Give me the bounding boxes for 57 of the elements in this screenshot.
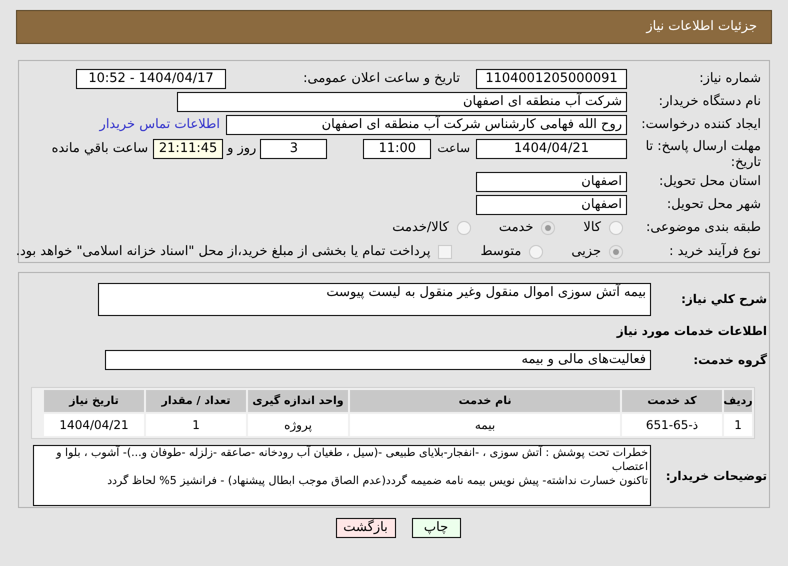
field-label: مهلت ارسال پاسخ: تا تاریخ: bbox=[644, 139, 762, 171]
radio-label: کالا bbox=[583, 219, 601, 238]
column-header: ردیف bbox=[724, 390, 752, 412]
text-field[interactable]: اصفهان bbox=[476, 194, 627, 214]
radio-label: متوسط bbox=[480, 243, 522, 262]
text-field[interactable]: 1104001205000091 bbox=[476, 68, 627, 88]
field-label: شماره نیاز: bbox=[698, 70, 762, 88]
field-label: نام دستگاه خریدار: bbox=[658, 92, 762, 111]
radio-label: خدمت bbox=[498, 219, 534, 238]
radio-button[interactable] bbox=[541, 221, 556, 235]
table-cell: 1 bbox=[146, 414, 246, 436]
field-label: روز و bbox=[227, 140, 256, 158]
radio-label: جزیی bbox=[571, 243, 601, 262]
countdown-field[interactable]: 21:11:45 bbox=[153, 139, 224, 159]
table-cell: 1 bbox=[724, 414, 752, 436]
text-field[interactable]: فعالیت‌های مالی و بیمه bbox=[105, 350, 651, 370]
text-field[interactable]: شرکت آب منطقه ای اصفهان bbox=[177, 92, 627, 112]
text-field[interactable]: 11:00 bbox=[363, 139, 432, 159]
column-header: تعداد / مقدار bbox=[146, 390, 246, 412]
back-button[interactable]: بازگشت bbox=[336, 518, 396, 538]
text-field[interactable]: روح الله فهامی کارشناس شرکت آب منطقه ای اصفهان bbox=[226, 114, 627, 134]
checkbox[interactable] bbox=[438, 245, 452, 259]
field-label: نوع فرآیند خرید : bbox=[668, 242, 762, 262]
text-field[interactable]: اصفهان bbox=[476, 172, 627, 192]
field-label: طبقه بندی موضوعی: bbox=[644, 219, 762, 238]
text-field[interactable]: 1404/04/21 bbox=[476, 139, 627, 159]
payment-note: پرداخت تمام یا بخشی از مبلغ خرید،از محل "اسناد خزانه اسلامی" خواهد بود. bbox=[16, 243, 430, 262]
page-title: جزئیات اطلاعات نیاز bbox=[646, 18, 757, 36]
table-cell: 1404/04/21 bbox=[44, 414, 144, 436]
column-header: نام خدمت bbox=[350, 390, 620, 412]
field-label: شهر محل تحویل: bbox=[666, 196, 762, 214]
field-label: گروه خدمت: bbox=[692, 352, 767, 369]
column-header: واحد اندازه گیری bbox=[248, 390, 348, 412]
field-label: شرح کلي نیاز: bbox=[680, 291, 767, 308]
radio-button[interactable] bbox=[609, 221, 623, 235]
table-cell: پروژه bbox=[248, 414, 348, 436]
field-label: ایجاد کننده درخواست: bbox=[640, 116, 762, 134]
field-label: ساعت باقي مانده bbox=[52, 140, 148, 158]
field-label: تاریخ و ساعت اعلان عمومی: bbox=[302, 70, 461, 88]
radio-button[interactable] bbox=[456, 221, 471, 235]
contact-link[interactable]: اطلاعات تماس خریدار bbox=[100, 114, 220, 134]
field-label: ساعت bbox=[437, 140, 470, 157]
column-header: تاریخ نیاز bbox=[44, 390, 144, 412]
table-cell: ذ-65-651 bbox=[622, 414, 722, 436]
radio-button[interactable] bbox=[529, 245, 544, 259]
text-field[interactable]: 1404/04/17 - 10:52 bbox=[76, 68, 226, 88]
table-cell: بیمه bbox=[350, 414, 620, 436]
notes-textarea[interactable]: خطرات تحت پوشش : آتش سوزی ، -انفجار-بلایای طبیعی -(سیل ، طغیان آب رودخانه -صاعقه -زلزله -طوفان و...)- آشوب ، بلوا و اعتصاب تاکنون خسارت نداشته- پیش نویس بیمه نامه ضمیمه گردد(عدم الصاق موجب ابطال پیشنهاد) - فرانشیز 5% لحاظ گردد bbox=[33, 445, 651, 506]
summary-textarea[interactable]: بیمه آتش سوزی اموال منقول وغیر منقول به لیست پیوست bbox=[98, 283, 651, 316]
field-label: استان محل تحویل: bbox=[658, 172, 762, 191]
column-header: کد خدمت bbox=[622, 390, 722, 412]
print-button[interactable]: چاپ bbox=[412, 518, 460, 538]
text-field[interactable]: 3 bbox=[260, 139, 328, 159]
radio-button[interactable] bbox=[609, 245, 623, 259]
radio-label: کالا/خدمت bbox=[392, 219, 449, 238]
section-heading: اطلاعات خدمات مورد نیاز bbox=[615, 323, 767, 340]
field-label: توضیحات خریدار: bbox=[664, 468, 767, 484]
